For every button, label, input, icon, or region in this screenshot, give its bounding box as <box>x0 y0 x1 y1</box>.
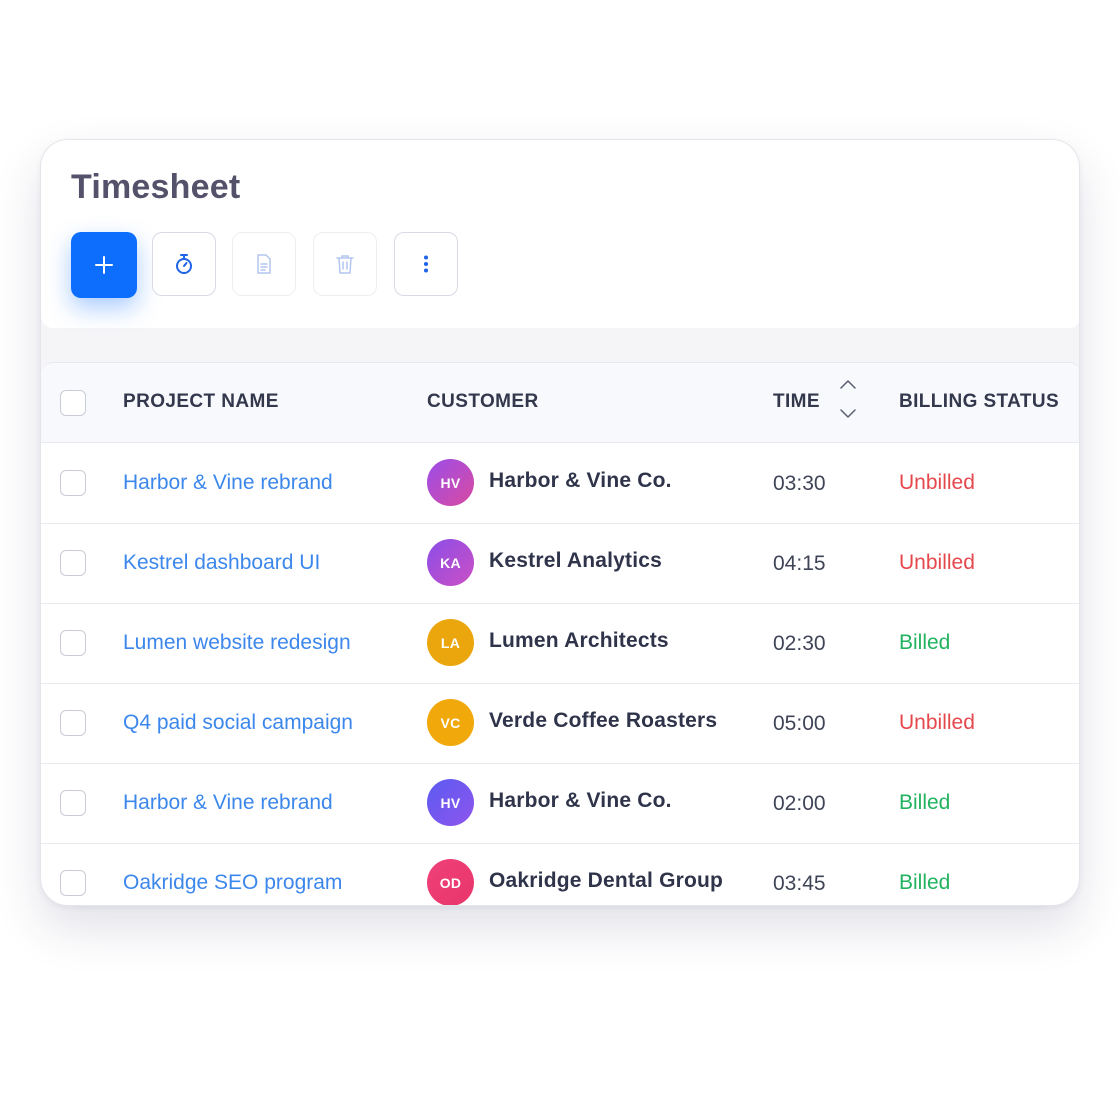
time-sort-control[interactable] <box>838 377 858 423</box>
project-name-link[interactable]: Kestrel dashboard UI <box>123 551 320 575</box>
customer-avatar: KA <box>427 539 474 586</box>
customer-name: Oakridge Dental Group <box>489 869 724 892</box>
billing-status-badge: Unbilled <box>899 471 975 494</box>
add-entry-button[interactable] <box>71 232 137 298</box>
delete-button[interactable] <box>313 232 377 296</box>
sort-icon <box>840 380 856 418</box>
project-name-link[interactable]: Harbor & Vine rebrand <box>123 471 333 495</box>
trash-icon <box>336 255 354 274</box>
column-header-project[interactable]: PROJECT NAME <box>123 391 279 413</box>
billing-status-badge: Billed <box>899 871 951 894</box>
time-value: 04:15 <box>773 552 826 575</box>
stopwatch-icon <box>176 254 192 274</box>
customer-name: Verde Coffee Roasters <box>489 709 718 732</box>
table-header: PROJECT NAME CUSTOMER TIME BILLING STATU… <box>41 363 1079 443</box>
project-name-link[interactable]: Harbor & Vine rebrand <box>123 791 333 815</box>
page-title: Timesheet <box>71 168 241 206</box>
timesheet-header: Timesheet <box>41 140 1079 328</box>
row-checkbox[interactable] <box>60 870 86 896</box>
billing-status-badge: Unbilled <box>899 551 975 574</box>
row-checkbox[interactable] <box>60 710 86 736</box>
time-value: 03:45 <box>773 872 826 895</box>
time-value: 02:30 <box>773 632 826 655</box>
table-row[interactable]: Q4 paid social campaign VC Verde Coffee Ro… <box>41 683 1079 764</box>
timer-button[interactable] <box>152 232 216 296</box>
table-row[interactable]: Kestrel dashboard UI KA Kestrel Analytics 0… <box>41 523 1079 604</box>
table-row[interactable]: Harbor & Vine rebrand HV Harbor & Vine Co.… <box>41 443 1079 524</box>
time-value: 02:00 <box>773 792 826 815</box>
time-value: 05:00 <box>773 712 826 735</box>
document-icon <box>257 254 271 274</box>
row-checkbox[interactable] <box>60 790 86 816</box>
column-header-billing-status[interactable]: BILLING STATUS <box>899 391 1059 413</box>
billing-status-badge: Billed <box>899 631 951 654</box>
table-row[interactable]: Oakridge SEO program OD Oakridge Dental Gr… <box>41 843 1079 905</box>
timesheet-card: Timesheet PROJECT NAME CUSTOMER TIME BIL… <box>40 139 1080 906</box>
billing-status-badge: Unbilled <box>899 711 975 734</box>
customer-name: Harbor & Vine Co. <box>489 469 672 492</box>
row-checkbox[interactable] <box>60 550 86 576</box>
more-vertical-icon <box>424 255 428 273</box>
plus-icon <box>95 256 113 274</box>
customer-name: Kestrel Analytics <box>489 549 663 572</box>
customer-avatar: OD <box>427 859 474 905</box>
row-checkbox[interactable] <box>60 630 86 656</box>
table-row[interactable]: Harbor & Vine rebrand HV Harbor & Vine Co.… <box>41 763 1079 844</box>
customer-name: Harbor & Vine Co. <box>489 789 672 812</box>
customer-avatar: LA <box>427 619 474 666</box>
table-row[interactable]: Lumen website redesign LA Lumen Architects… <box>41 603 1079 684</box>
project-name-link[interactable]: Lumen website redesign <box>123 631 351 655</box>
customer-avatar: HV <box>427 459 474 506</box>
project-name-link[interactable]: Oakridge SEO program <box>123 871 342 895</box>
column-header-time[interactable]: TIME <box>773 391 820 413</box>
document-button[interactable] <box>232 232 296 296</box>
column-header-customer[interactable]: CUSTOMER <box>427 391 539 413</box>
billing-status-badge: Billed <box>899 791 951 814</box>
customer-avatar: HV <box>427 779 474 826</box>
timesheet-table: PROJECT NAME CUSTOMER TIME BILLING STATU… <box>41 362 1079 905</box>
more-options-button[interactable] <box>394 232 458 296</box>
customer-avatar: VC <box>427 699 474 746</box>
project-name-link[interactable]: Q4 paid social campaign <box>123 711 353 735</box>
select-all-checkbox[interactable] <box>60 390 86 416</box>
time-value: 03:30 <box>773 472 826 495</box>
customer-name: Lumen Architects <box>489 629 669 652</box>
row-checkbox[interactable] <box>60 470 86 496</box>
